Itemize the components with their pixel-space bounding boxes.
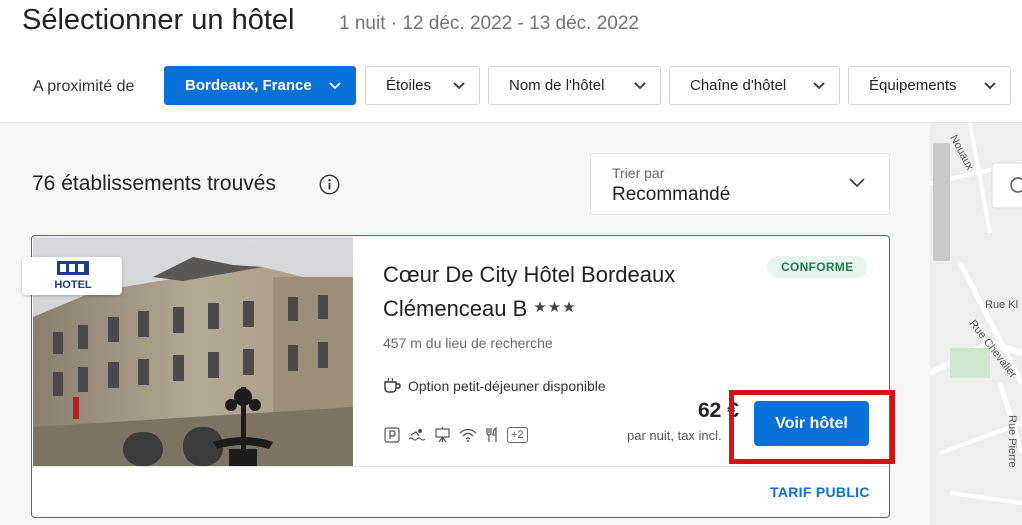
hotel-chain-filter[interactable]: Chaîne d'hôtel: [669, 66, 840, 105]
hotel-chain-logo: HOTEL: [22, 257, 122, 295]
stars-filter[interactable]: Étoiles: [365, 66, 480, 105]
chevron-down-icon: [849, 178, 865, 188]
street-label: Rue Pierre: [1006, 415, 1018, 468]
more-amenities-badge[interactable]: +2: [507, 427, 528, 443]
info-icon[interactable]: [319, 174, 340, 195]
highlight-box: [729, 390, 895, 464]
breakfast-option: Option petit-déjeuner disponible: [383, 377, 606, 394]
breakfast-text: Option petit-déjeuner disponible: [408, 377, 606, 394]
location-filter[interactable]: Bordeaux, France: [164, 66, 356, 105]
amenities-filter[interactable]: Équipements: [848, 66, 1011, 105]
sort-value: Recommandé: [612, 184, 731, 205]
rate-type-label: TARIF PUBLIC: [770, 484, 870, 500]
sort-label: Trier par: [612, 165, 665, 181]
street-label: Rue Kl: [985, 299, 1019, 311]
chevron-down-icon: [813, 82, 825, 90]
hotel-name[interactable]: Cœur De City Hôtel Bordeaux Clémenceau B…: [383, 258, 743, 325]
chevron-down-icon: [329, 82, 341, 90]
chevron-down-icon: [634, 82, 646, 90]
page-title: Sélectionner un hôtel: [22, 4, 295, 36]
coffee-cup-icon: [384, 377, 401, 393]
hotel-name-text: Cœur De City Hôtel Bordeaux Clémenceau B: [383, 262, 676, 321]
amenities-list: +2: [384, 427, 536, 443]
price-subtext: par nuit, tax incl.: [627, 428, 722, 443]
stars-filter-label: Étoiles: [386, 77, 432, 94]
pool-icon: [408, 427, 426, 443]
compliance-badge: CONFORME: [767, 256, 868, 278]
meeting-room-icon: [434, 427, 451, 443]
results-count: 76 établissements trouvés: [32, 172, 276, 195]
hotel-chain-filter-label: Chaîne d'hôtel: [690, 77, 787, 94]
sort-dropdown[interactable]: Trier par Recommandé: [590, 153, 890, 215]
location-filter-label: Bordeaux, France: [185, 77, 312, 94]
card-divider: [32, 466, 889, 467]
chevron-down-icon: [984, 82, 996, 90]
star-rating: ★★★: [533, 299, 577, 316]
logo-text: HOTEL: [54, 279, 92, 291]
scrollbar-thumb[interactable]: [933, 143, 950, 261]
filter-label: A proximité de: [33, 78, 135, 95]
stay-dates: 1 nuit · 12 déc. 2022 - 13 déc. 2022: [339, 13, 639, 34]
hotel-distance: 457 m du lieu de recherche: [383, 335, 553, 351]
parking-icon: [384, 427, 400, 443]
amenities-filter-label: Équipements: [869, 77, 957, 94]
header: Sélectionner un hôtel 1 nuit · 12 déc. 2…: [0, 0, 1022, 123]
restaurant-icon: [485, 427, 499, 443]
hotel-name-filter-label: Nom de l'hôtel: [509, 77, 605, 94]
hotel-name-filter[interactable]: Nom de l'hôtel: [488, 66, 661, 105]
chevron-down-icon: [453, 82, 465, 90]
wifi-icon: [459, 428, 477, 442]
